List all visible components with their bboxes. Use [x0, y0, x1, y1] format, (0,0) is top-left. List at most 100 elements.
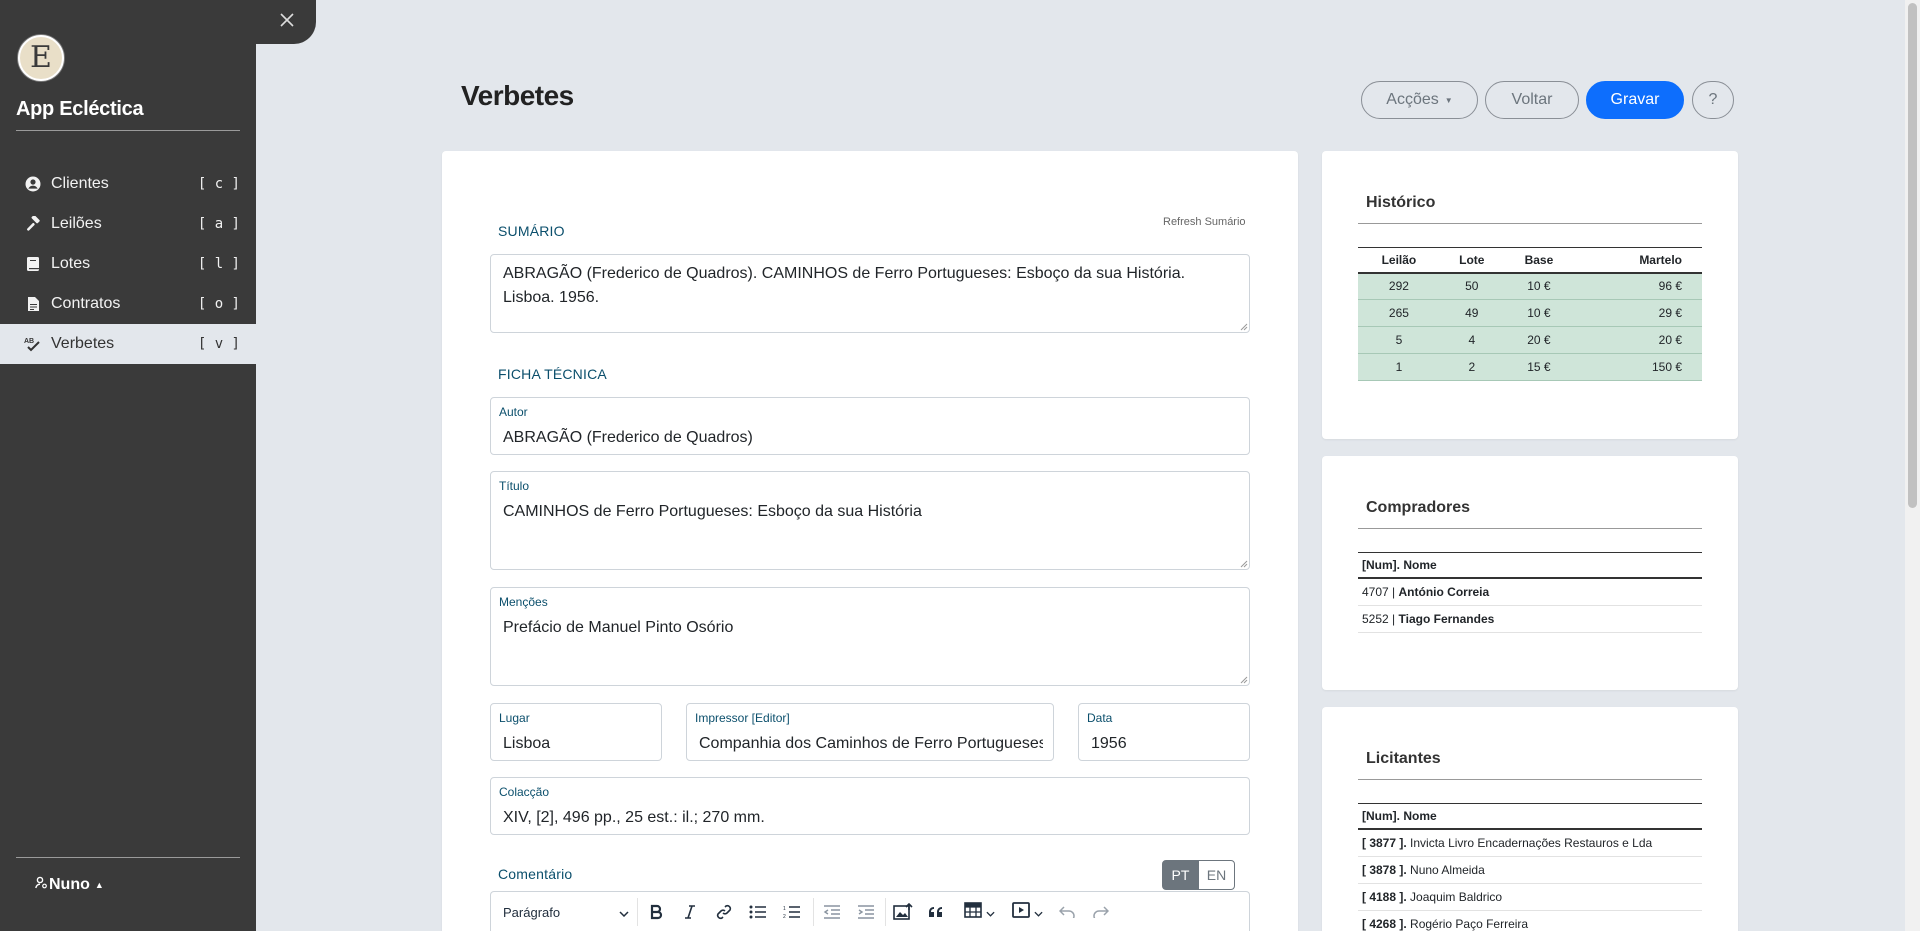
book-icon [24, 255, 42, 273]
sidebar-item-lotes[interactable]: Lotes [ l ] [0, 244, 256, 284]
toolbar-separator [637, 898, 638, 926]
sidebar-item-label: Lotes [51, 255, 91, 272]
sidebar-item-leiloes[interactable]: Leilões [ a ] [0, 204, 256, 244]
sidebar-item-clientes[interactable]: Clientes [ c ] [0, 164, 256, 204]
base-cell: 20 € [1503, 326, 1575, 354]
caret-up-icon: ▲ [94, 880, 104, 890]
table-row[interactable]: 292 50 10 € 96 € [1358, 272, 1702, 300]
autor-field[interactable]: Autor ABRAGÃO (Frederico de Quadros) [490, 397, 1250, 455]
sidebar-shortcut: [ l ] [197, 256, 240, 272]
leilao-cell: 265 [1358, 299, 1440, 327]
impressor-field[interactable]: Impressor [Editor] Companhia dos Caminho… [686, 703, 1054, 761]
mencoes-value: Prefácio de Manuel Pinto Osório [503, 619, 734, 636]
lang-pt-button[interactable]: PT [1162, 860, 1199, 890]
lugar-label: Lugar [499, 711, 530, 725]
martelo-cell: 29 € [1574, 299, 1702, 327]
scrollbar-thumb[interactable] [1908, 3, 1917, 508]
link-icon[interactable] [713, 902, 735, 922]
table-row[interactable]: 265 49 10 € 29 € [1358, 299, 1702, 327]
list-item[interactable]: 4707 | António Correia [1358, 579, 1702, 606]
redo-icon[interactable] [1091, 902, 1111, 922]
lang-en-button[interactable]: EN [1198, 860, 1235, 890]
user-circle-icon [24, 175, 42, 193]
app-name: App Ecléctica [16, 98, 144, 120]
list-item[interactable]: 5252 | Tiago Fernandes [1358, 606, 1702, 633]
martelo-cell: 20 € [1574, 326, 1702, 354]
refresh-summary-link[interactable]: Refresh Sumário [1163, 216, 1246, 228]
mencoes-field[interactable]: Menções Prefácio de Manuel Pinto Osório [490, 587, 1250, 686]
page-scrollbar[interactable] [1905, 0, 1920, 931]
sidebar-item-label: Contratos [51, 295, 121, 312]
help-button[interactable]: ? [1692, 81, 1734, 119]
compradores-panel: Compradores [Num]. Nome 4707 | António C… [1322, 456, 1738, 690]
summary-textarea[interactable]: ABRAGÃO (Frederico de Quadros). CAMINHOS… [490, 254, 1250, 333]
licitantes-list: [Num]. Nome [ 3877 ]. Invicta Livro Enca… [1358, 803, 1702, 931]
media-menu-button[interactable] [1007, 902, 1047, 922]
resize-grip-icon [1240, 676, 1248, 684]
media-icon [1011, 902, 1030, 922]
colaccao-field[interactable]: Colacção XIV, [2], 496 pp., 25 est.: il.… [490, 777, 1250, 835]
list-item[interactable]: [ 4188 ]. Joaquim Baldrico [1358, 884, 1702, 911]
licitantes-panel: Licitantes [Num]. Nome [ 3877 ]. Invicta… [1322, 707, 1738, 931]
indent-icon[interactable] [855, 902, 877, 922]
sidebar-item-verbetes[interactable]: AB Verbetes [ v ] [0, 324, 256, 364]
list-item[interactable]: [ 3878 ]. Nuno Almeida [1358, 857, 1702, 884]
bullet-list-icon[interactable] [747, 902, 769, 922]
sidebar-item-label: Verbetes [51, 335, 115, 352]
titulo-field[interactable]: Título CAMINHOS de Ferro Portugueses: Es… [490, 471, 1250, 570]
panel-divider [1358, 223, 1702, 224]
leilao-cell: 5 [1358, 326, 1440, 354]
impressor-value: Companhia dos Caminhos de Ferro Portugue… [699, 735, 1043, 752]
numbered-list-icon[interactable]: 12 [781, 902, 803, 922]
user-icon [35, 876, 47, 894]
app-logo[interactable]: E [18, 35, 64, 81]
data-field[interactable]: Data 1956 [1078, 703, 1250, 761]
svg-text:1: 1 [783, 906, 786, 912]
leilao-cell: 1 [1358, 353, 1440, 381]
blockquote-icon[interactable] [925, 902, 947, 922]
close-sidebar-button[interactable] [256, 0, 316, 44]
chevron-down-icon [619, 905, 629, 920]
insert-image-icon[interactable] [891, 902, 915, 922]
table-row[interactable]: 1 2 15 € 150 € [1358, 353, 1702, 381]
back-button[interactable]: Voltar [1485, 81, 1579, 119]
leilao-cell: 292 [1358, 272, 1440, 300]
contract-icon [24, 295, 42, 313]
base-cell: 15 € [1503, 353, 1575, 381]
outdent-icon[interactable] [821, 902, 843, 922]
user-menu[interactable]: Nuno ▲ [35, 876, 104, 894]
colaccao-value: XIV, [2], 496 pp., 25 est.: il.; 270 mm. [503, 809, 765, 826]
undo-icon[interactable] [1057, 902, 1077, 922]
summary-section-label: SUMÁRIO [498, 223, 565, 239]
save-button[interactable]: Gravar [1586, 81, 1684, 119]
mencoes-label: Menções [499, 595, 548, 609]
comment-label: Comentário [498, 866, 573, 882]
sidebar-item-contratos[interactable]: Contratos [ o ] [0, 284, 256, 324]
editor-toolbar: Parágrafo 12 [490, 891, 1250, 931]
list-item[interactable]: [ 3877 ]. Invicta Livro Encadernações Re… [1358, 830, 1702, 857]
resize-grip-icon [1240, 560, 1248, 568]
bidder-num: [ 3877 ]. [1362, 836, 1407, 850]
lote-cell: 2 [1439, 353, 1504, 381]
bold-icon[interactable] [645, 902, 667, 922]
italic-icon[interactable] [679, 902, 701, 922]
toolbar-separator [885, 898, 886, 926]
list-item[interactable]: [ 4268 ]. Rogério Paço Ferreira [1358, 911, 1702, 931]
table-header-row: Leilão Lote Base Martelo [1358, 247, 1702, 274]
autor-value: ABRAGÃO (Frederico de Quadros) [503, 429, 753, 446]
compradores-list: [Num]. Nome 4707 | António Correia 5252 … [1358, 552, 1702, 633]
titulo-label: Título [499, 479, 530, 493]
table-row[interactable]: 5 4 20 € 20 € [1358, 326, 1702, 354]
caret-down-icon: ▼ [1444, 95, 1453, 105]
close-icon [280, 13, 294, 27]
block-format-select[interactable]: Parágrafo [503, 902, 629, 922]
lugar-field[interactable]: Lugar Lisboa [490, 703, 662, 761]
buyer-name: António Correia [1398, 585, 1490, 599]
chevron-down-icon [1033, 904, 1043, 921]
list-header: [Num]. Nome [1358, 803, 1702, 830]
table-icon [963, 902, 982, 922]
table-menu-button[interactable] [959, 902, 999, 922]
page-title: Verbetes [461, 80, 574, 111]
sidebar-item-label: Clientes [51, 175, 109, 192]
actions-dropdown-button[interactable]: Acções ▼ [1361, 81, 1478, 119]
